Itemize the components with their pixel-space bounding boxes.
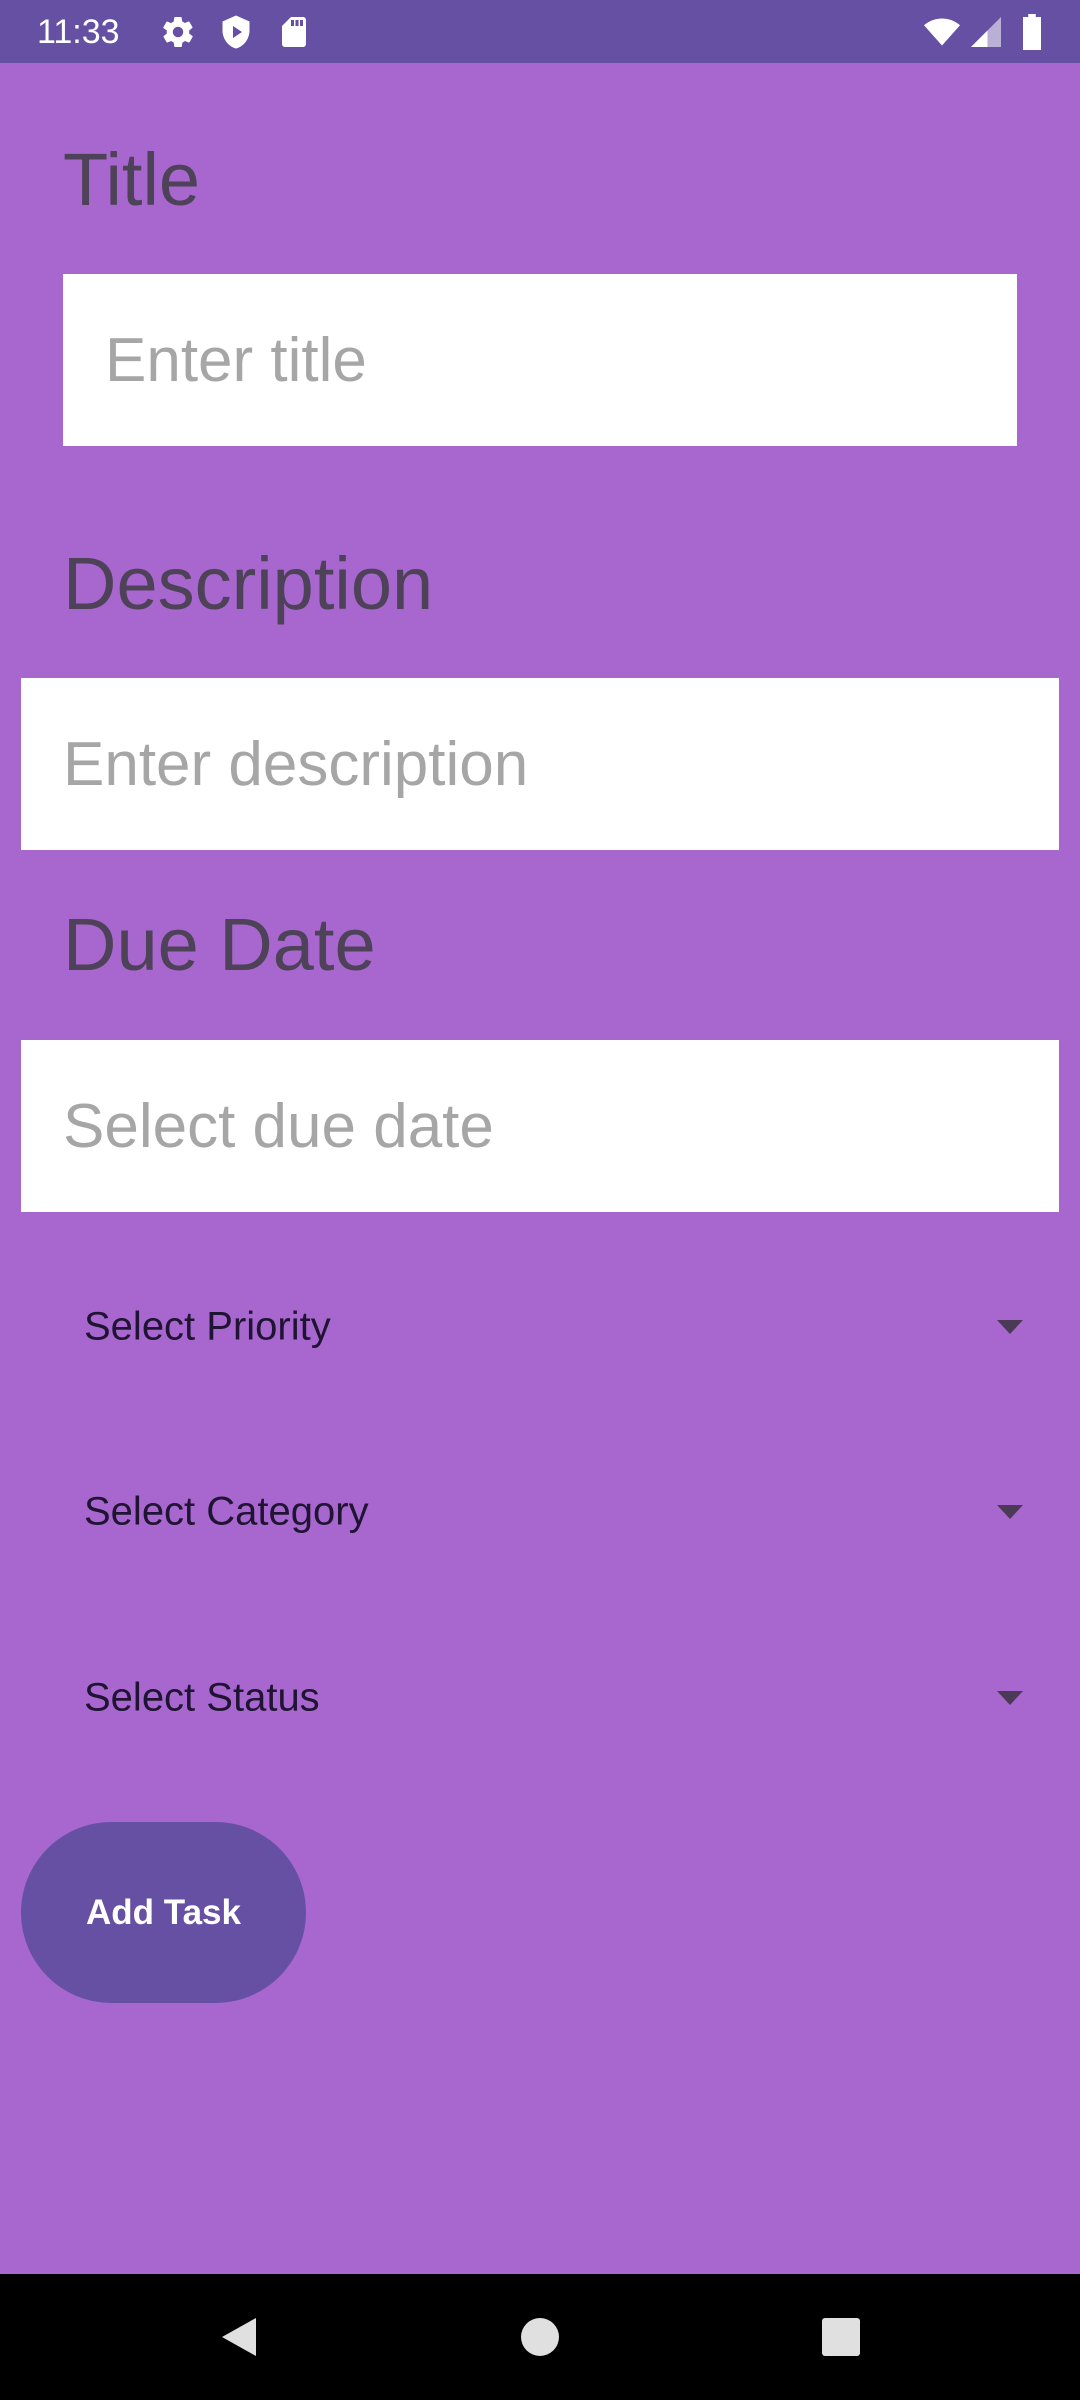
recents-icon[interactable]	[818, 2314, 864, 2360]
priority-spinner[interactable]: Select Priority	[63, 1272, 1023, 1382]
back-icon[interactable]	[216, 2314, 262, 2360]
signal-icon	[968, 14, 1004, 50]
dropdown-arrow-icon	[997, 1505, 1023, 1519]
title-input[interactable]	[63, 274, 1017, 446]
shield-icon	[218, 14, 254, 50]
status-time: 11:33	[37, 13, 120, 51]
title-label: Title	[63, 138, 201, 221]
due-date-input[interactable]	[21, 1040, 1059, 1212]
add-task-button[interactable]: Add Task	[21, 1822, 306, 2003]
description-label: Description	[63, 542, 434, 625]
status-spinner[interactable]: Select Status	[63, 1643, 1023, 1753]
gear-icon	[160, 14, 196, 50]
priority-spinner-label: Select Priority	[84, 1304, 331, 1349]
wifi-icon	[922, 14, 962, 50]
navigation-bar	[0, 2274, 1080, 2400]
category-spinner-label: Select Category	[84, 1489, 369, 1534]
description-input[interactable]	[21, 678, 1059, 850]
sd-card-icon	[276, 14, 312, 50]
battery-icon	[1018, 14, 1046, 50]
dropdown-arrow-icon	[997, 1320, 1023, 1334]
status-spinner-label: Select Status	[84, 1675, 320, 1720]
due-date-label: Due Date	[63, 903, 376, 986]
status-bar: 11:33	[0, 0, 1080, 63]
category-spinner[interactable]: Select Category	[63, 1457, 1023, 1567]
home-icon[interactable]	[517, 2314, 563, 2360]
dropdown-arrow-icon	[997, 1691, 1023, 1705]
